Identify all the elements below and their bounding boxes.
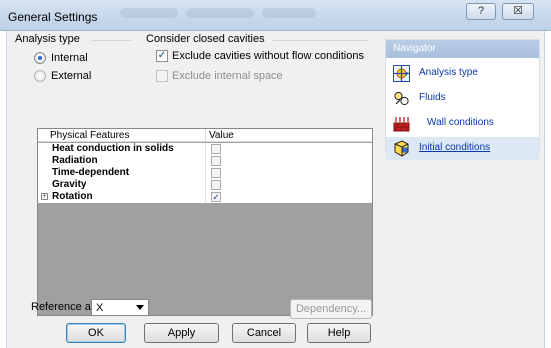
closed-cavities-group-line	[273, 40, 369, 41]
feature-value-checkbox[interactable]	[211, 180, 221, 190]
feature-value-checkbox[interactable]	[211, 168, 221, 178]
external-radio-label[interactable]: External	[51, 70, 91, 82]
feature-name: Gravity	[52, 179, 87, 190]
navigator-title: Navigator	[386, 40, 539, 58]
table-row[interactable]: + Rotation ✓	[38, 191, 372, 203]
expand-icon[interactable]: +	[41, 193, 48, 200]
column-separator	[205, 143, 206, 155]
window-title: General Settings	[8, 10, 98, 24]
table-header: Physical Features Value	[38, 129, 372, 142]
column-separator	[205, 179, 206, 191]
closed-cavities-group-label: Consider closed cavities	[146, 33, 265, 45]
exclude-internal-checkbox[interactable]	[156, 70, 168, 82]
column-separator	[205, 191, 206, 203]
title-ghost-1	[120, 8, 178, 18]
navigator-item-label: Wall conditions	[427, 117, 494, 128]
column-header-physical-features[interactable]: Physical Features	[50, 129, 129, 142]
help-button-titlebar[interactable]: ?	[466, 3, 496, 20]
title-bar: General Settings ? ☒	[0, 0, 551, 31]
table-row[interactable]: Gravity	[38, 179, 372, 191]
analysis-type-group-label: Analysis type	[15, 33, 80, 45]
column-separator	[205, 167, 206, 179]
navigator-item-label: Analysis type	[419, 67, 478, 78]
apply-button[interactable]: Apply	[144, 323, 219, 343]
title-ghost-3	[262, 8, 316, 18]
dependency-button[interactable]: Dependency...	[290, 299, 372, 319]
external-radio[interactable]	[34, 70, 46, 82]
feature-value-checkbox[interactable]	[211, 144, 221, 154]
column-header-separator	[205, 129, 206, 142]
wall-conditions-icon	[393, 117, 410, 132]
column-header-value[interactable]: Value	[209, 129, 234, 142]
close-button[interactable]: ☒	[502, 3, 534, 20]
feature-value-checkbox[interactable]	[211, 156, 221, 166]
navigator-item-wall-conditions[interactable]: Wall conditions	[386, 112, 539, 135]
feature-name: Heat conduction in solids	[52, 143, 174, 154]
table-row[interactable]: Time-dependent	[38, 167, 372, 179]
feature-value-checkbox[interactable]: ✓	[211, 192, 221, 202]
navigator-item-initial-conditions[interactable]: Initial conditions	[386, 137, 539, 160]
title-ghost-2	[186, 8, 254, 18]
feature-name: Time-dependent	[52, 167, 130, 178]
analysis-type-icon	[393, 65, 410, 82]
chevron-down-icon[interactable]	[136, 305, 144, 310]
navigator-item-label: Initial conditions	[419, 142, 491, 153]
table-row[interactable]: Radiation	[38, 155, 372, 167]
reference-axis-select[interactable]: X	[91, 299, 149, 316]
exclude-no-flow-checkbox[interactable]: ✓	[156, 50, 168, 62]
exclude-no-flow-label[interactable]: Exclude cavities without flow conditions	[172, 50, 364, 62]
cancel-button[interactable]: Cancel	[232, 323, 296, 343]
column-separator	[205, 155, 206, 167]
internal-radio-label[interactable]: Internal	[51, 52, 88, 64]
fluids-icon	[394, 91, 409, 106]
initial-conditions-icon	[394, 140, 409, 157]
analysis-type-group-line	[91, 40, 131, 41]
navigator-panel: Navigator Analysis type Fluids Wall cond…	[385, 39, 540, 160]
help-button[interactable]: Help	[307, 323, 371, 343]
navigator-item-analysis-type[interactable]: Analysis type	[386, 62, 539, 85]
ok-button[interactable]: OK	[66, 323, 126, 343]
dialog-client-area: Analysis type Internal External Consider…	[6, 31, 545, 348]
physical-features-table: Physical Features Value Heat conduction …	[37, 128, 373, 316]
table-row[interactable]: Heat conduction in solids	[38, 143, 372, 155]
feature-name: Rotation	[52, 191, 93, 202]
reference-axis-value: X	[96, 302, 104, 314]
feature-name: Radiation	[52, 155, 98, 166]
internal-radio[interactable]	[34, 52, 46, 64]
exclude-internal-label: Exclude internal space	[172, 70, 283, 82]
navigator-item-fluids[interactable]: Fluids	[386, 87, 539, 110]
navigator-item-label: Fluids	[419, 92, 446, 103]
